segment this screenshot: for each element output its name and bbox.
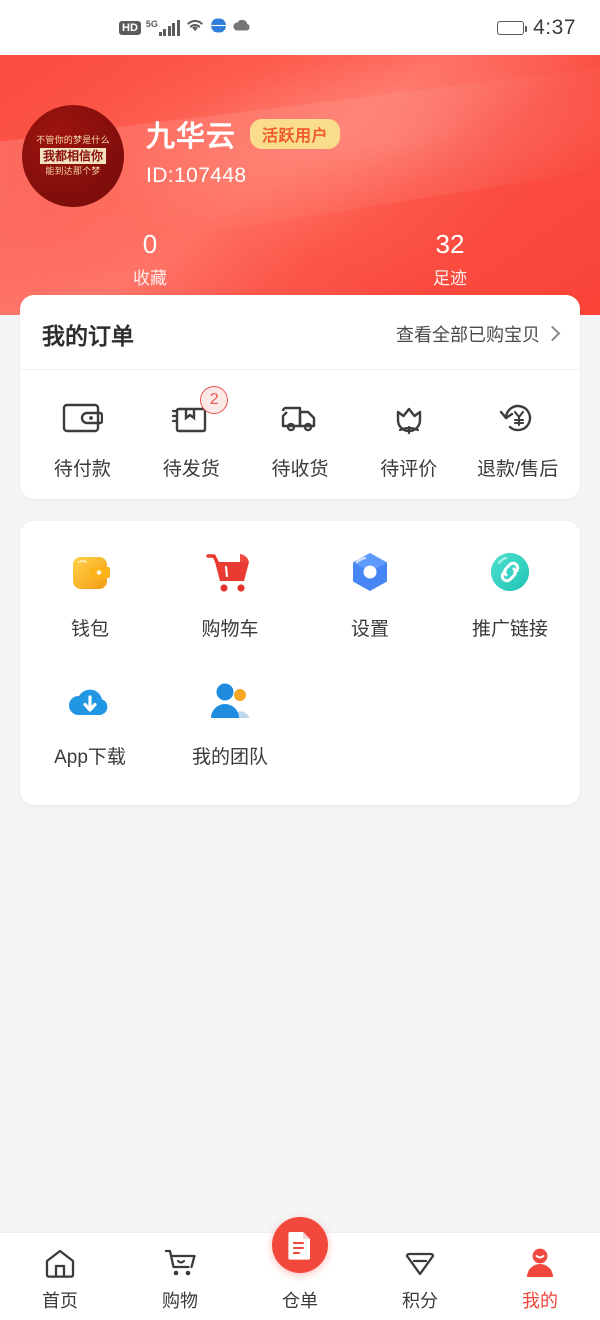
tab-label: 购物	[162, 1291, 198, 1311]
stat-footprints[interactable]: 32 足迹	[300, 229, 600, 289]
order-count-badge: 2	[200, 386, 229, 414]
tool-label: 购物车	[201, 619, 259, 640]
tab-label: 积分	[402, 1291, 438, 1311]
network-type-label: 5G	[145, 18, 158, 29]
diamond-icon	[403, 1243, 437, 1283]
signal-icon: 5G	[145, 18, 180, 36]
tools-card: 钱包 购物车 设置 推广链接 App下载 我的团队	[20, 521, 580, 805]
order-status-label: 待收货	[271, 459, 329, 480]
profile-header: 不管你的梦是什么 我都相信你 能到达那个梦 九华云 活跃用户 ID:107448…	[0, 55, 600, 315]
document-icon	[272, 1217, 328, 1273]
tool-settings[interactable]: 设置	[300, 545, 440, 641]
profile-info: 九华云 活跃用户 ID:107448	[124, 105, 341, 188]
order-status-refund[interactable]: 退款/售后	[463, 396, 572, 481]
home-icon	[43, 1243, 77, 1283]
order-status-pending-receipt[interactable]: 待收货	[246, 396, 355, 481]
avatar-line-2: 我都相信你	[39, 148, 106, 164]
refund-yen-icon	[497, 396, 539, 440]
truck-outline-icon	[278, 396, 322, 440]
orders-grid: 待付款 2 待发货 待收货 待评价 退款/售后	[20, 370, 580, 481]
status-badge: 活跃用户	[250, 119, 341, 149]
link-icon	[482, 545, 538, 601]
cloud-download-icon	[62, 673, 118, 729]
tool-wallet[interactable]: 钱包	[20, 545, 160, 641]
tool-label: 推广链接	[471, 619, 548, 640]
tool-shopping-cart[interactable]: 购物车	[160, 545, 300, 641]
stat-label: 收藏	[133, 269, 167, 288]
tab-shopping[interactable]: 购物	[120, 1243, 240, 1313]
package-outline-icon: 2	[170, 386, 229, 440]
tool-label: 设置	[350, 619, 389, 640]
wifi-icon	[185, 17, 205, 38]
tab-label: 仓单	[282, 1291, 318, 1311]
avatar-line-1: 不管你的梦是什么	[36, 135, 110, 145]
tab-label: 我的	[522, 1291, 558, 1311]
team-icon	[202, 673, 258, 729]
profile-stats: 0 收藏 32 足迹	[0, 229, 600, 289]
order-status-label: 退款/售后	[476, 459, 559, 480]
order-status-label: 待发货	[162, 459, 220, 480]
chevron-right-icon	[544, 325, 561, 341]
status-bar-left: HD 5G	[24, 16, 252, 39]
flower-outline-icon	[388, 396, 430, 440]
wallet-icon	[62, 545, 118, 601]
tool-promo-link[interactable]: 推广链接	[440, 545, 580, 641]
cloud-icon	[232, 18, 252, 37]
tab-points[interactable]: 积分	[360, 1243, 480, 1313]
tool-label: 我的团队	[191, 747, 268, 768]
tool-my-team[interactable]: 我的团队	[160, 673, 300, 769]
tool-app-download[interactable]: App下载	[20, 673, 160, 769]
orders-header: 我的订单 查看全部已购宝贝	[20, 317, 580, 370]
bottom-tab-bar: 首页 购物 仓单 积分 我的	[0, 1217, 600, 1320]
signal-bars	[158, 19, 180, 36]
tools-grid-spacer-1	[300, 673, 440, 769]
tab-profile[interactable]: 我的	[480, 1243, 600, 1313]
tab-home[interactable]: 首页	[0, 1243, 120, 1313]
cart-icon	[162, 1243, 198, 1283]
username-label: 九华云	[146, 121, 237, 153]
order-status-label: 待评价	[380, 459, 438, 480]
status-bar-right: 4:37	[497, 16, 576, 40]
settings-hex-icon	[342, 545, 398, 601]
clock-label: 4:37	[533, 15, 576, 39]
stat-label: 足迹	[433, 269, 467, 288]
center-action-circle	[272, 1217, 328, 1273]
view-all-orders-link[interactable]: 查看全部已购宝贝	[396, 321, 561, 347]
order-status-label: 待付款	[53, 459, 111, 480]
stat-favorites[interactable]: 0 收藏	[0, 229, 300, 289]
tools-grid-row-1: 钱包 购物车 设置 推广链接	[20, 545, 580, 651]
tool-label: 钱包	[70, 619, 109, 640]
tool-label: App下载	[54, 747, 126, 768]
tools-grid-spacer-2	[440, 673, 580, 769]
globe-icon	[206, 16, 230, 39]
tab-label: 首页	[42, 1291, 78, 1311]
orders-title: 我的订单	[42, 323, 134, 349]
view-all-label: 查看全部已购宝贝	[396, 325, 540, 345]
hd-icon: HD	[119, 20, 141, 35]
person-icon	[524, 1243, 556, 1283]
shopping-cart-icon	[202, 545, 258, 601]
tools-grid-row-2: App下载 我的团队	[20, 673, 580, 779]
user-id-label: ID:107448	[146, 164, 247, 187]
status-bar: HD 5G 4:37	[0, 0, 600, 55]
stat-value: 0	[142, 229, 158, 259]
order-status-pending-payment[interactable]: 待付款	[28, 396, 137, 481]
avatar-line-3: 能到达那个梦	[45, 166, 101, 176]
order-status-pending-shipment[interactable]: 2 待发货	[137, 386, 246, 481]
stat-value: 32	[435, 229, 465, 259]
avatar[interactable]: 不管你的梦是什么 我都相信你 能到达那个梦	[22, 105, 124, 207]
username-row: 九华云 活跃用户	[146, 113, 341, 155]
orders-card: 我的订单 查看全部已购宝贝 待付款 2 待发货 待收货 待评价 退款/售后	[20, 295, 580, 499]
order-status-pending-review[interactable]: 待评价	[354, 396, 463, 481]
tab-warehouse-receipt[interactable]: 仓单	[240, 1217, 360, 1313]
wallet-outline-icon	[61, 396, 104, 440]
battery-icon	[497, 20, 528, 35]
profile-row: 不管你的梦是什么 我都相信你 能到达那个梦 九华云 活跃用户 ID:107448	[0, 55, 600, 207]
